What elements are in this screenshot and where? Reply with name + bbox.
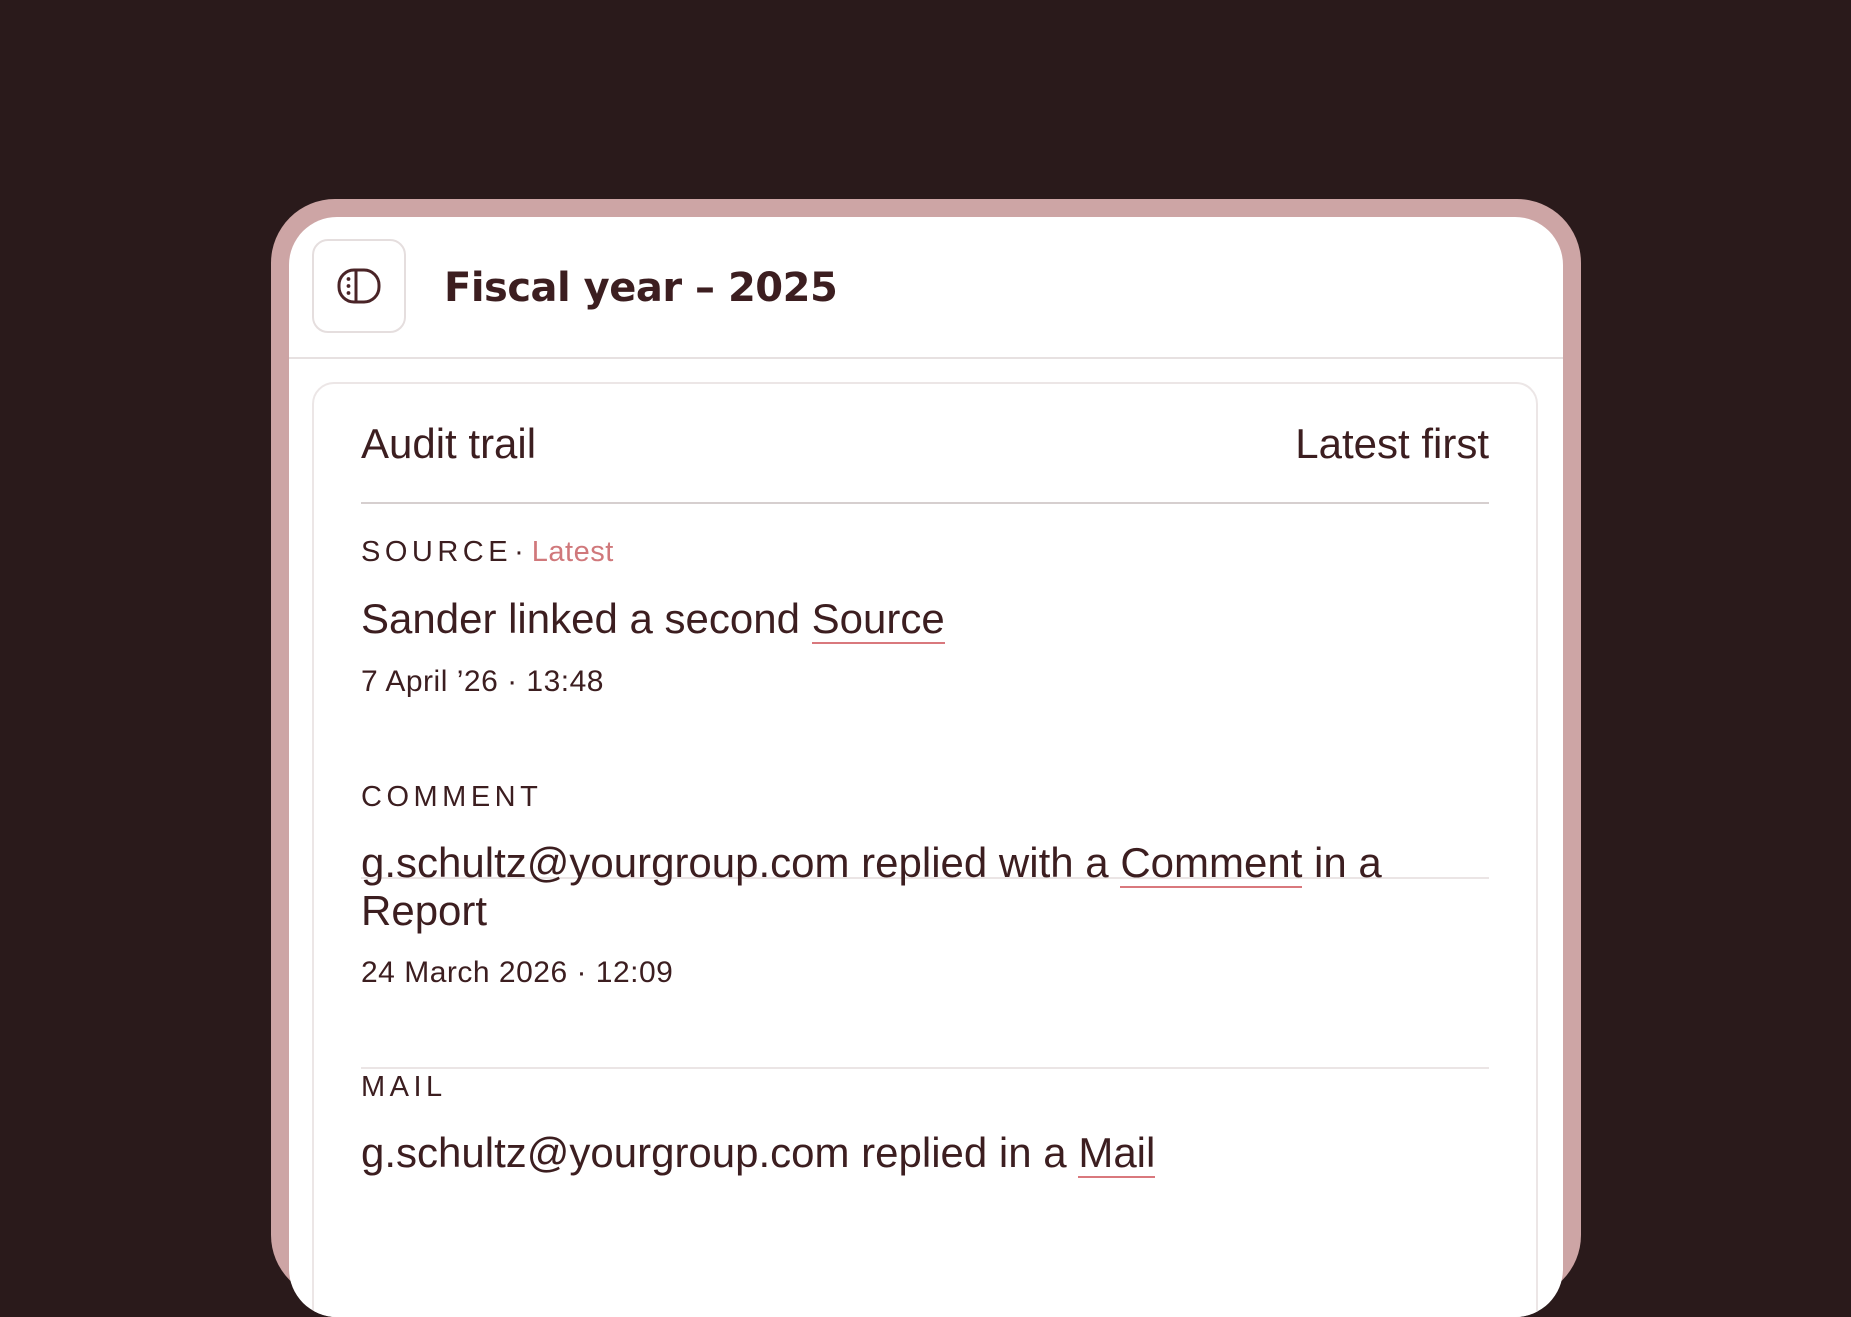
entry-separator: ·	[514, 536, 524, 568]
entry-type: MAIL	[361, 1071, 447, 1103]
entry-timestamp: 7 April ’26 · 13:48	[361, 665, 604, 698]
entry-type-row: MAIL	[361, 1069, 447, 1105]
panel-title: Audit trail	[361, 420, 537, 467]
entry-text-before: g.schultz@yourgroup.com replied with a	[361, 839, 1121, 886]
entry-link-mail[interactable]: Mail	[1078, 1129, 1156, 1178]
entry-link-source[interactable]: Source	[811, 595, 945, 644]
audit-entry: MAIL g.schultz@yourgroup.com replied in …	[361, 1069, 1489, 1269]
sidebar-toggle-button[interactable]	[312, 239, 406, 333]
sort-order-control[interactable]: Latest first	[1295, 418, 1489, 470]
entry-type-row: SOURCE· Latest	[361, 534, 614, 570]
panel-header: Audit trail Latest first	[361, 384, 1489, 504]
audit-entry: COMMENT g.schultz@yourgroup.com replied …	[361, 779, 1489, 1069]
entry-description: Sander linked a second Source	[361, 595, 1489, 644]
entry-text-before: Sander linked a second	[361, 595, 812, 642]
entry-description: g.schultz@yourgroup.com replied in a Mai…	[361, 1129, 1489, 1178]
entry-text-before: g.schultz@yourgroup.com replied in a	[361, 1129, 1079, 1176]
audit-trail-panel: Audit trail Latest first SOURCE· Latest S…	[312, 382, 1538, 1317]
entry-link-comment[interactable]: Comment	[1120, 839, 1303, 888]
latest-badge: Latest	[531, 536, 614, 568]
app-screen: Fiscal year – 2025 Audit trail Latest fi…	[289, 217, 1563, 1317]
sidebar-toggle-icon	[337, 268, 381, 304]
entry-description: g.schultz@yourgroup.com replied with a C…	[361, 839, 1489, 935]
entry-type: SOURCE	[361, 536, 513, 568]
entry-type-row: COMMENT	[361, 779, 542, 815]
entry-timestamp: 24 March 2026 · 12:09	[361, 956, 674, 989]
page-title: Fiscal year – 2025	[444, 265, 838, 311]
top-bar: Fiscal year – 2025	[289, 217, 1563, 359]
device-frame: Fiscal year – 2025 Audit trail Latest fi…	[271, 199, 1581, 1317]
entry-type: COMMENT	[361, 781, 543, 813]
